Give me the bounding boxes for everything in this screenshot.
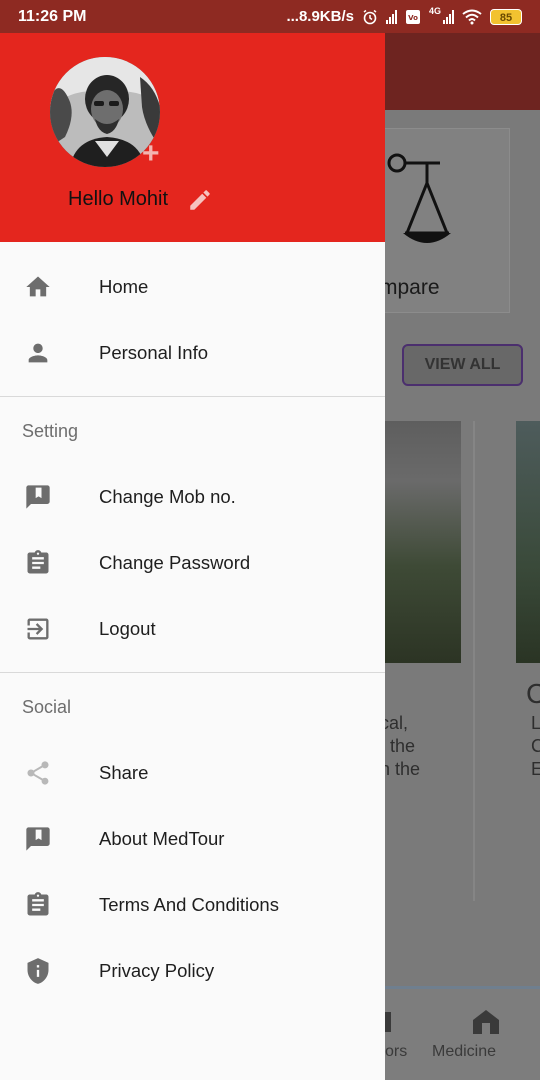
bg-nav-label-medicine[interactable]: Medicine <box>432 1043 496 1061</box>
pencil-icon <box>190 190 210 210</box>
view-all-button[interactable]: VIEW ALL <box>402 344 523 386</box>
menu-item-share[interactable]: Share <box>0 740 385 806</box>
bg-app-header <box>385 33 540 110</box>
menu-label-share: Share <box>99 762 149 783</box>
status-time: 11:26 PM <box>18 7 87 25</box>
menu-label-change-password: Change Password <box>99 552 251 573</box>
section-title-setting: Setting <box>22 421 79 441</box>
bg-card2-text-3: E <box>531 759 540 779</box>
wifi-icon <box>462 9 482 24</box>
menu-item-home[interactable]: Home <box>0 254 385 320</box>
bg-card2-text-1: L <box>531 713 540 733</box>
status-indicators: ...8.9KB/s Vo 4G 85 <box>286 6 522 25</box>
logout-icon <box>24 615 52 643</box>
menu-label-logout: Logout <box>99 618 156 639</box>
person-icon <box>24 339 52 367</box>
bg-card2-heading: C <box>526 678 540 709</box>
menu-label-privacy: Privacy Policy <box>99 960 215 981</box>
svg-text:Vo: Vo <box>408 14 418 22</box>
bg-card-text-2: t the <box>385 736 416 756</box>
menu-item-terms[interactable]: Terms And Conditions <box>0 872 385 938</box>
bg-compare-label: mpare <box>385 276 440 299</box>
bg-card2-text-2: C <box>531 736 540 756</box>
section-title-social: Social <box>22 697 72 717</box>
clipboard-icon <box>24 549 52 577</box>
volte-icon: Vo <box>405 9 420 24</box>
menu-item-privacy[interactable]: Privacy Policy <box>0 938 385 1004</box>
bg-card-image <box>385 421 461 663</box>
navigation-drawer: + Hello Mohit Home Personal Info Setting… <box>0 33 385 1080</box>
network-speed: ...8.9KB/s <box>286 8 354 25</box>
bg-card-text-3: n the <box>385 759 421 779</box>
menu-item-change-password[interactable]: Change Password <box>0 530 385 596</box>
status-bar: 11:26 PM ...8.9KB/s Vo 4G 85 <box>0 0 540 33</box>
background-app: mpare VIEW ALL C cal, t the n the L C E … <box>385 33 540 1080</box>
menu-item-logout[interactable]: Logout <box>0 596 385 662</box>
share-icon <box>24 759 52 787</box>
menu-item-personal-info[interactable]: Personal Info <box>0 320 385 386</box>
medicine-nav-icon[interactable] <box>471 1008 501 1036</box>
battery-icon: 85 <box>490 8 522 25</box>
signal-icon <box>385 9 397 24</box>
alarm-icon <box>363 9 377 24</box>
drawer-header: + Hello Mohit <box>0 33 385 242</box>
shield-icon <box>24 957 52 985</box>
bg-card-edge <box>473 421 475 901</box>
menu-item-change-mob[interactable]: Change Mob no. <box>0 464 385 530</box>
scale-icon <box>387 153 451 243</box>
drawer-divider-1 <box>0 396 385 397</box>
bg-card-text-1: cal, <box>385 713 409 733</box>
clipboard-icon <box>24 891 52 919</box>
greeting-text: Hello Mohit <box>68 188 169 210</box>
menu-label-personal-info: Personal Info <box>99 342 209 363</box>
feedback-icon <box>24 825 52 853</box>
home-icon <box>24 273 52 301</box>
drawer-divider-2 <box>0 672 385 673</box>
signal-icon-2 <box>443 9 454 24</box>
network-type: 4G <box>428 6 441 16</box>
menu-label-change-mob: Change Mob no. <box>99 486 236 507</box>
bg-card-image-2 <box>516 421 540 663</box>
doctors-nav-icon[interactable] <box>385 1008 395 1034</box>
bg-bottom-nav <box>385 986 540 1080</box>
feedback-icon <box>24 483 52 511</box>
menu-label-terms: Terms And Conditions <box>99 894 279 915</box>
bg-nav-label-doctors[interactable]: ors <box>385 1043 407 1061</box>
menu-label-about: About MedTour <box>99 828 225 849</box>
add-photo-button[interactable]: + <box>142 139 160 169</box>
menu-item-about[interactable]: About MedTour <box>0 806 385 872</box>
edit-name-button[interactable] <box>186 186 214 214</box>
menu-label-home: Home <box>99 276 149 297</box>
